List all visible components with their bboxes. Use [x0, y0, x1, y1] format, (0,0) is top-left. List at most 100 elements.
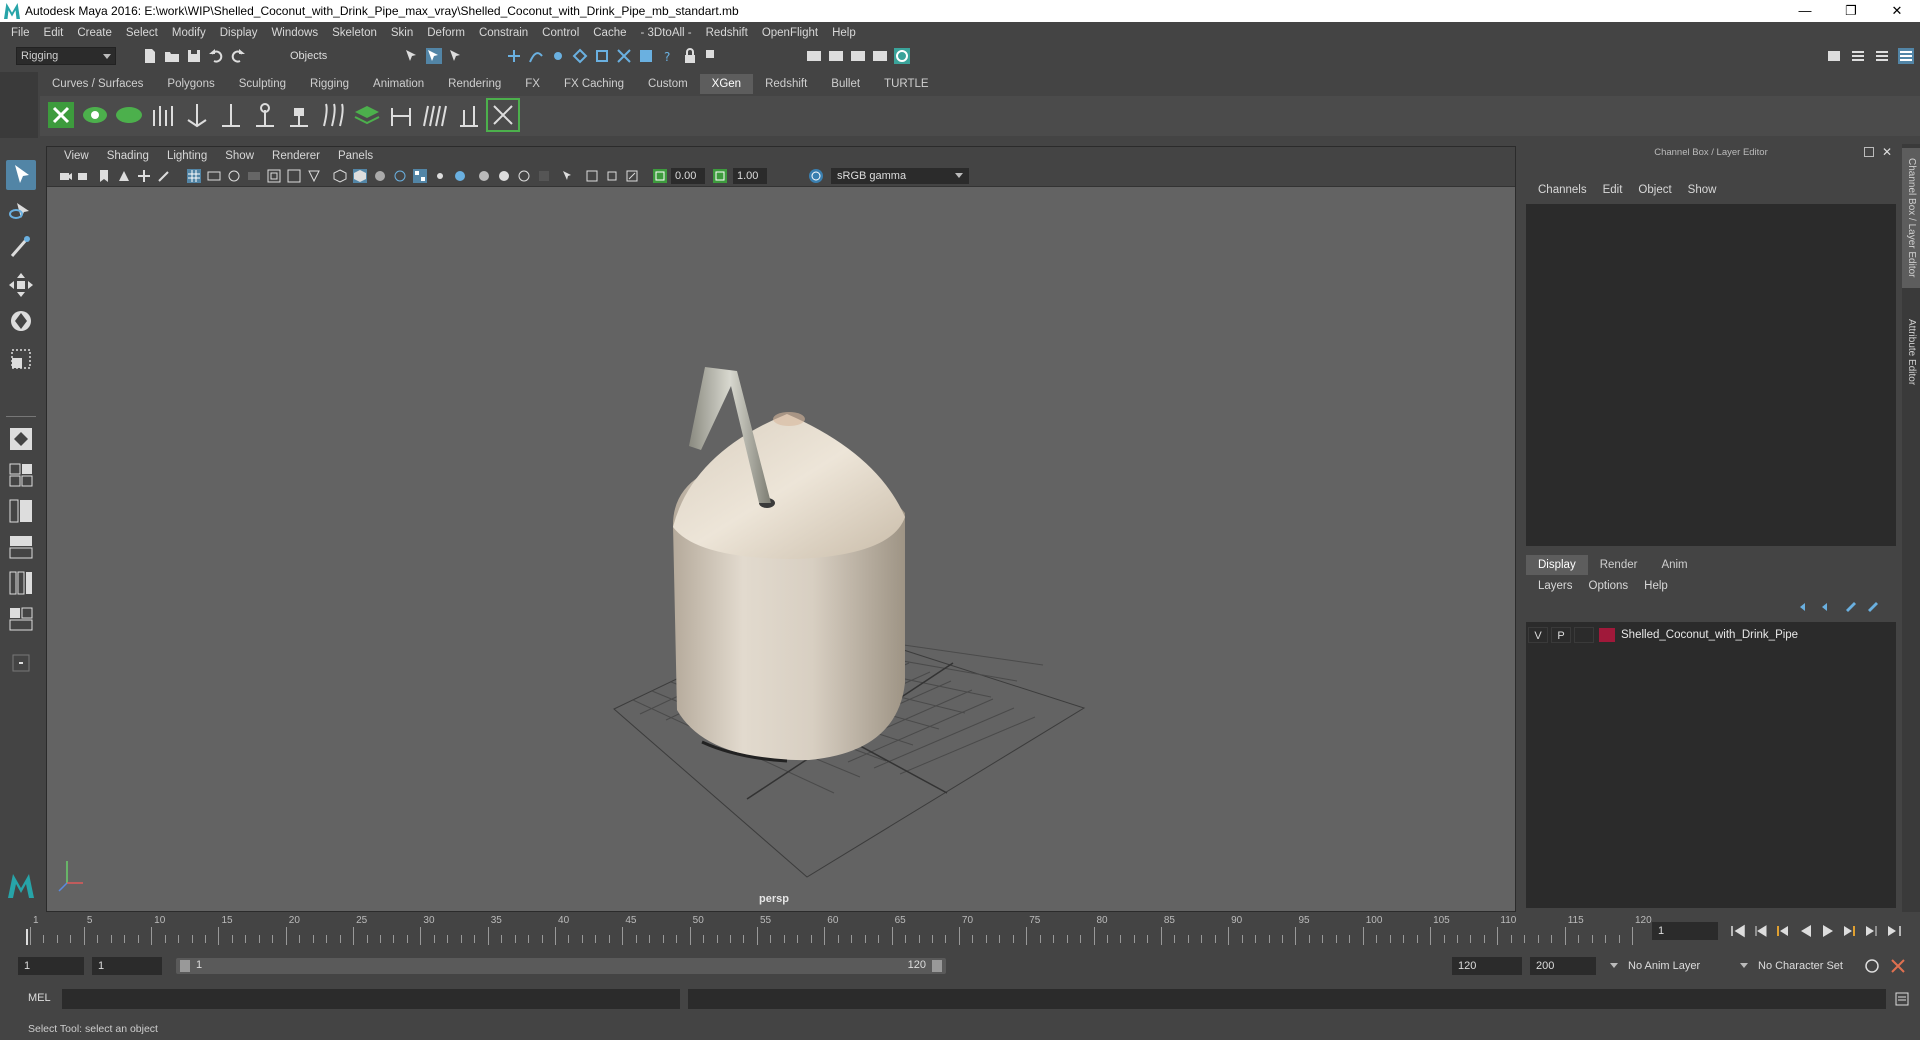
select-component-icon[interactable]	[448, 48, 464, 64]
snap-grid-icon[interactable]	[506, 48, 522, 64]
xgen-sculpt-guide-icon[interactable]	[216, 100, 246, 130]
shelf-tab-xgen[interactable]: XGen	[699, 74, 754, 94]
xray-icon[interactable]	[585, 169, 599, 183]
play-backwards-icon[interactable]	[1798, 924, 1814, 938]
menu-skin[interactable]: Skin	[384, 27, 420, 39]
menu-control[interactable]: Control	[535, 27, 586, 39]
menu-constrain[interactable]: Constrain	[472, 27, 535, 39]
menu-display[interactable]: Display	[213, 27, 265, 39]
shelf-tab-fx[interactable]: FX	[513, 74, 552, 94]
close-button[interactable]: ✕	[1874, 0, 1920, 22]
command-input[interactable]	[62, 989, 680, 1009]
menu-deform[interactable]: Deform	[420, 27, 472, 39]
shelf-tab-animation[interactable]: Animation	[361, 74, 436, 94]
depth-of-field-icon[interactable]	[537, 169, 551, 183]
shelf-tab-rendering[interactable]: Rendering	[436, 74, 513, 94]
shelf-tab-sculpting[interactable]: Sculpting	[227, 74, 298, 94]
layer-menu-help[interactable]: Help	[1636, 580, 1676, 592]
range-slider[interactable]: 1 120	[176, 958, 946, 974]
hypershade-icon[interactable]	[872, 48, 888, 64]
lock-icon[interactable]	[682, 48, 698, 64]
channel-box-menu-object[interactable]: Object	[1630, 184, 1679, 196]
menu-edit[interactable]: Edit	[37, 27, 71, 39]
layer-color-swatch[interactable]	[1599, 628, 1615, 642]
custom-layout-icon[interactable]	[6, 648, 36, 678]
new-empty-layer-icon[interactable]	[1844, 600, 1858, 614]
step-forward-key-icon[interactable]	[1864, 924, 1880, 938]
save-scene-icon[interactable]	[186, 48, 202, 64]
select-hierarchy-icon[interactable]	[404, 48, 420, 64]
wireframe-on-shaded-icon[interactable]	[393, 169, 407, 183]
play-forwards-icon[interactable]	[1820, 924, 1836, 938]
select-object-icon[interactable]	[426, 48, 442, 64]
exposure-field[interactable]: 0.00	[671, 168, 705, 184]
new-layer-selected-icon[interactable]	[1866, 600, 1880, 614]
rotate-tool-icon[interactable]	[6, 306, 36, 336]
textured-icon[interactable]	[413, 169, 427, 183]
layer-tab-render[interactable]: Render	[1588, 555, 1650, 575]
side-tab-attribute-editor[interactable]: Attribute Editor	[1902, 304, 1920, 400]
shelf-tab-polygons[interactable]: Polygons	[155, 74, 226, 94]
four-view-layout-icon[interactable]	[6, 460, 36, 490]
modeling-toolkit-icon[interactable]	[1826, 48, 1842, 64]
safe-title-icon[interactable]	[307, 169, 321, 183]
grid-toggle-icon[interactable]	[187, 169, 201, 183]
snap-bbox-icon[interactable]	[638, 48, 654, 64]
layer-row[interactable]: V P Shelled_Coconut_with_Drink_Pipe	[1528, 626, 1894, 644]
layer-menu-layers[interactable]: Layers	[1530, 580, 1581, 592]
snap-question-icon[interactable]: ?	[660, 48, 676, 64]
film-gate-icon[interactable]	[207, 169, 221, 183]
gamma-icon[interactable]	[713, 169, 727, 183]
panel-menu-shading[interactable]: Shading	[98, 150, 158, 162]
screen-space-ao-icon[interactable]	[477, 169, 491, 183]
xgen-guide-visibility-icon[interactable]	[250, 100, 280, 130]
selection-mask-dropdown[interactable]: Objects	[286, 47, 378, 65]
shelf-tab-turtle[interactable]: TURTLE	[872, 74, 941, 94]
shelf-tab-bullet[interactable]: Bullet	[819, 74, 872, 94]
menu-openflight[interactable]: OpenFlight	[755, 27, 825, 39]
anim-layer-dropdown[interactable]: No Anim Layer	[1610, 957, 1720, 975]
go-to-start-icon[interactable]	[1730, 924, 1746, 938]
step-back-frame-icon[interactable]	[1774, 924, 1790, 938]
image-plane-icon[interactable]	[117, 169, 131, 183]
xgen-cut-icon[interactable]	[454, 100, 484, 130]
wireframe-icon[interactable]	[333, 169, 347, 183]
restore-button[interactable]: ❐	[1828, 0, 1874, 22]
shelf-tab-custom[interactable]: Custom	[636, 74, 700, 94]
tool-settings-toggle-icon[interactable]	[1874, 48, 1890, 64]
channel-box-menu-edit[interactable]: Edit	[1595, 184, 1631, 196]
layer-menu-options[interactable]: Options	[1581, 580, 1637, 592]
shadows-icon[interactable]	[453, 169, 467, 183]
xgen-hair-icon[interactable]	[420, 100, 450, 130]
menu-redshift[interactable]: Redshift	[699, 27, 755, 39]
go-to-end-icon[interactable]	[1886, 924, 1902, 938]
view-transform-dropdown[interactable]: sRGB gamma	[831, 168, 969, 184]
xgen-splines-icon[interactable]	[318, 100, 348, 130]
coconut-model[interactable]	[673, 367, 905, 763]
channel-box-toggle-icon[interactable]	[1898, 48, 1914, 64]
menu-create[interactable]: Create	[70, 27, 119, 39]
shelf-tab-redshift[interactable]: Redshift	[753, 74, 819, 94]
gate-mask-icon[interactable]	[247, 169, 261, 183]
menu-file[interactable]: File	[4, 27, 37, 39]
character-set-dropdown[interactable]: No Character Set	[1740, 957, 1860, 975]
ipr-render-icon[interactable]	[828, 48, 844, 64]
snap-live-icon[interactable]	[616, 48, 632, 64]
menu-help[interactable]: Help	[825, 27, 863, 39]
playback-end-field[interactable]: 120	[1452, 957, 1522, 975]
layer-tab-anim[interactable]: Anim	[1649, 555, 1699, 575]
scale-tool-icon[interactable]	[6, 344, 36, 374]
2d-pan-zoom-icon[interactable]	[137, 169, 151, 183]
xray-joints-icon[interactable]	[625, 169, 639, 183]
camera-attributes-icon[interactable]	[77, 169, 91, 183]
channel-box-menu-channels[interactable]: Channels	[1530, 184, 1595, 196]
xgen-lock-guide-icon[interactable]	[284, 100, 314, 130]
field-chart-icon[interactable]	[267, 169, 281, 183]
xgen-place-guides-icon[interactable]	[148, 100, 178, 130]
step-forward-frame-icon[interactable]	[1842, 924, 1858, 938]
channel-box-menu-show[interactable]: Show	[1680, 184, 1725, 196]
move-layer-down-icon[interactable]	[1820, 600, 1834, 614]
xgen-editor-icon[interactable]	[46, 100, 76, 130]
menu-windows[interactable]: Windows	[264, 27, 325, 39]
grease-pencil-icon[interactable]	[157, 169, 171, 183]
